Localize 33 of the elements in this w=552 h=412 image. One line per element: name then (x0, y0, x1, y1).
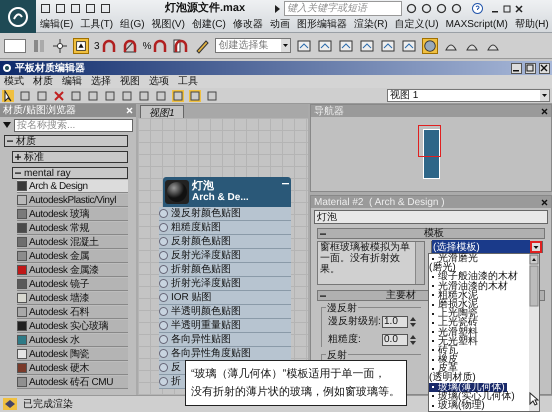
panel-title: Material #2 ( Arch & Design ) (314, 196, 445, 210)
callout-text: 没有折射的薄片状的玻璃，例如窗玻璃等。 (191, 384, 400, 400)
slot-label: 各向异性贴图 (171, 332, 231, 347)
slot-label: 半透明重量贴图 (171, 318, 241, 333)
slot-label: 折射颜色贴图 (171, 262, 231, 277)
placeholder-text: 创建选择集 (218, 38, 268, 53)
rollout-title: 模板 (423, 226, 445, 241)
window-title: 平板材质编辑器 (15, 62, 86, 76)
window-title: 灯泡源文件.max (165, 0, 246, 16)
description-text: 窗框玻璃被模拟为单一面。没有折射效果。 (319, 242, 411, 277)
callout-text: “玻璃（薄几何体）”模板适用于单一面， (191, 366, 386, 382)
slot-label: 粗糙度贴图 (171, 220, 221, 235)
slot-label: IOR 贴图 (171, 290, 212, 305)
slot-label: 漫反射颜色贴图 (171, 206, 241, 221)
slot-label: 折射光泽度贴图 (171, 276, 241, 291)
panel-title: 导航器 (314, 104, 344, 118)
status-text: 已完成渲染 (23, 398, 73, 412)
node-title: 灯泡 (192, 180, 215, 192)
slot-label: 各向异性角度贴图 (171, 346, 251, 361)
snap-label: 3 (94, 40, 100, 54)
slot-label: 折 (171, 375, 181, 389)
group-label: 漫反射 (326, 301, 358, 316)
slot-label: 反射颜色贴图 (171, 234, 231, 249)
field-label: 粗糙度: (328, 332, 362, 347)
slot-label: 反射光泽度贴图 (171, 248, 241, 263)
snap-label: % (142, 40, 152, 54)
slot-label: 半透明颜色贴图 (171, 304, 241, 319)
field-label: 漫反射级别: (328, 315, 380, 329)
slot-label: 反 (171, 361, 181, 375)
dropdown-value: 视图 1 (390, 88, 418, 103)
node-subtitle: Arch & De... (192, 192, 250, 204)
panel-title: 材质/贴图浏览器 (3, 104, 76, 118)
rollout-title: 主要材 (386, 288, 416, 303)
